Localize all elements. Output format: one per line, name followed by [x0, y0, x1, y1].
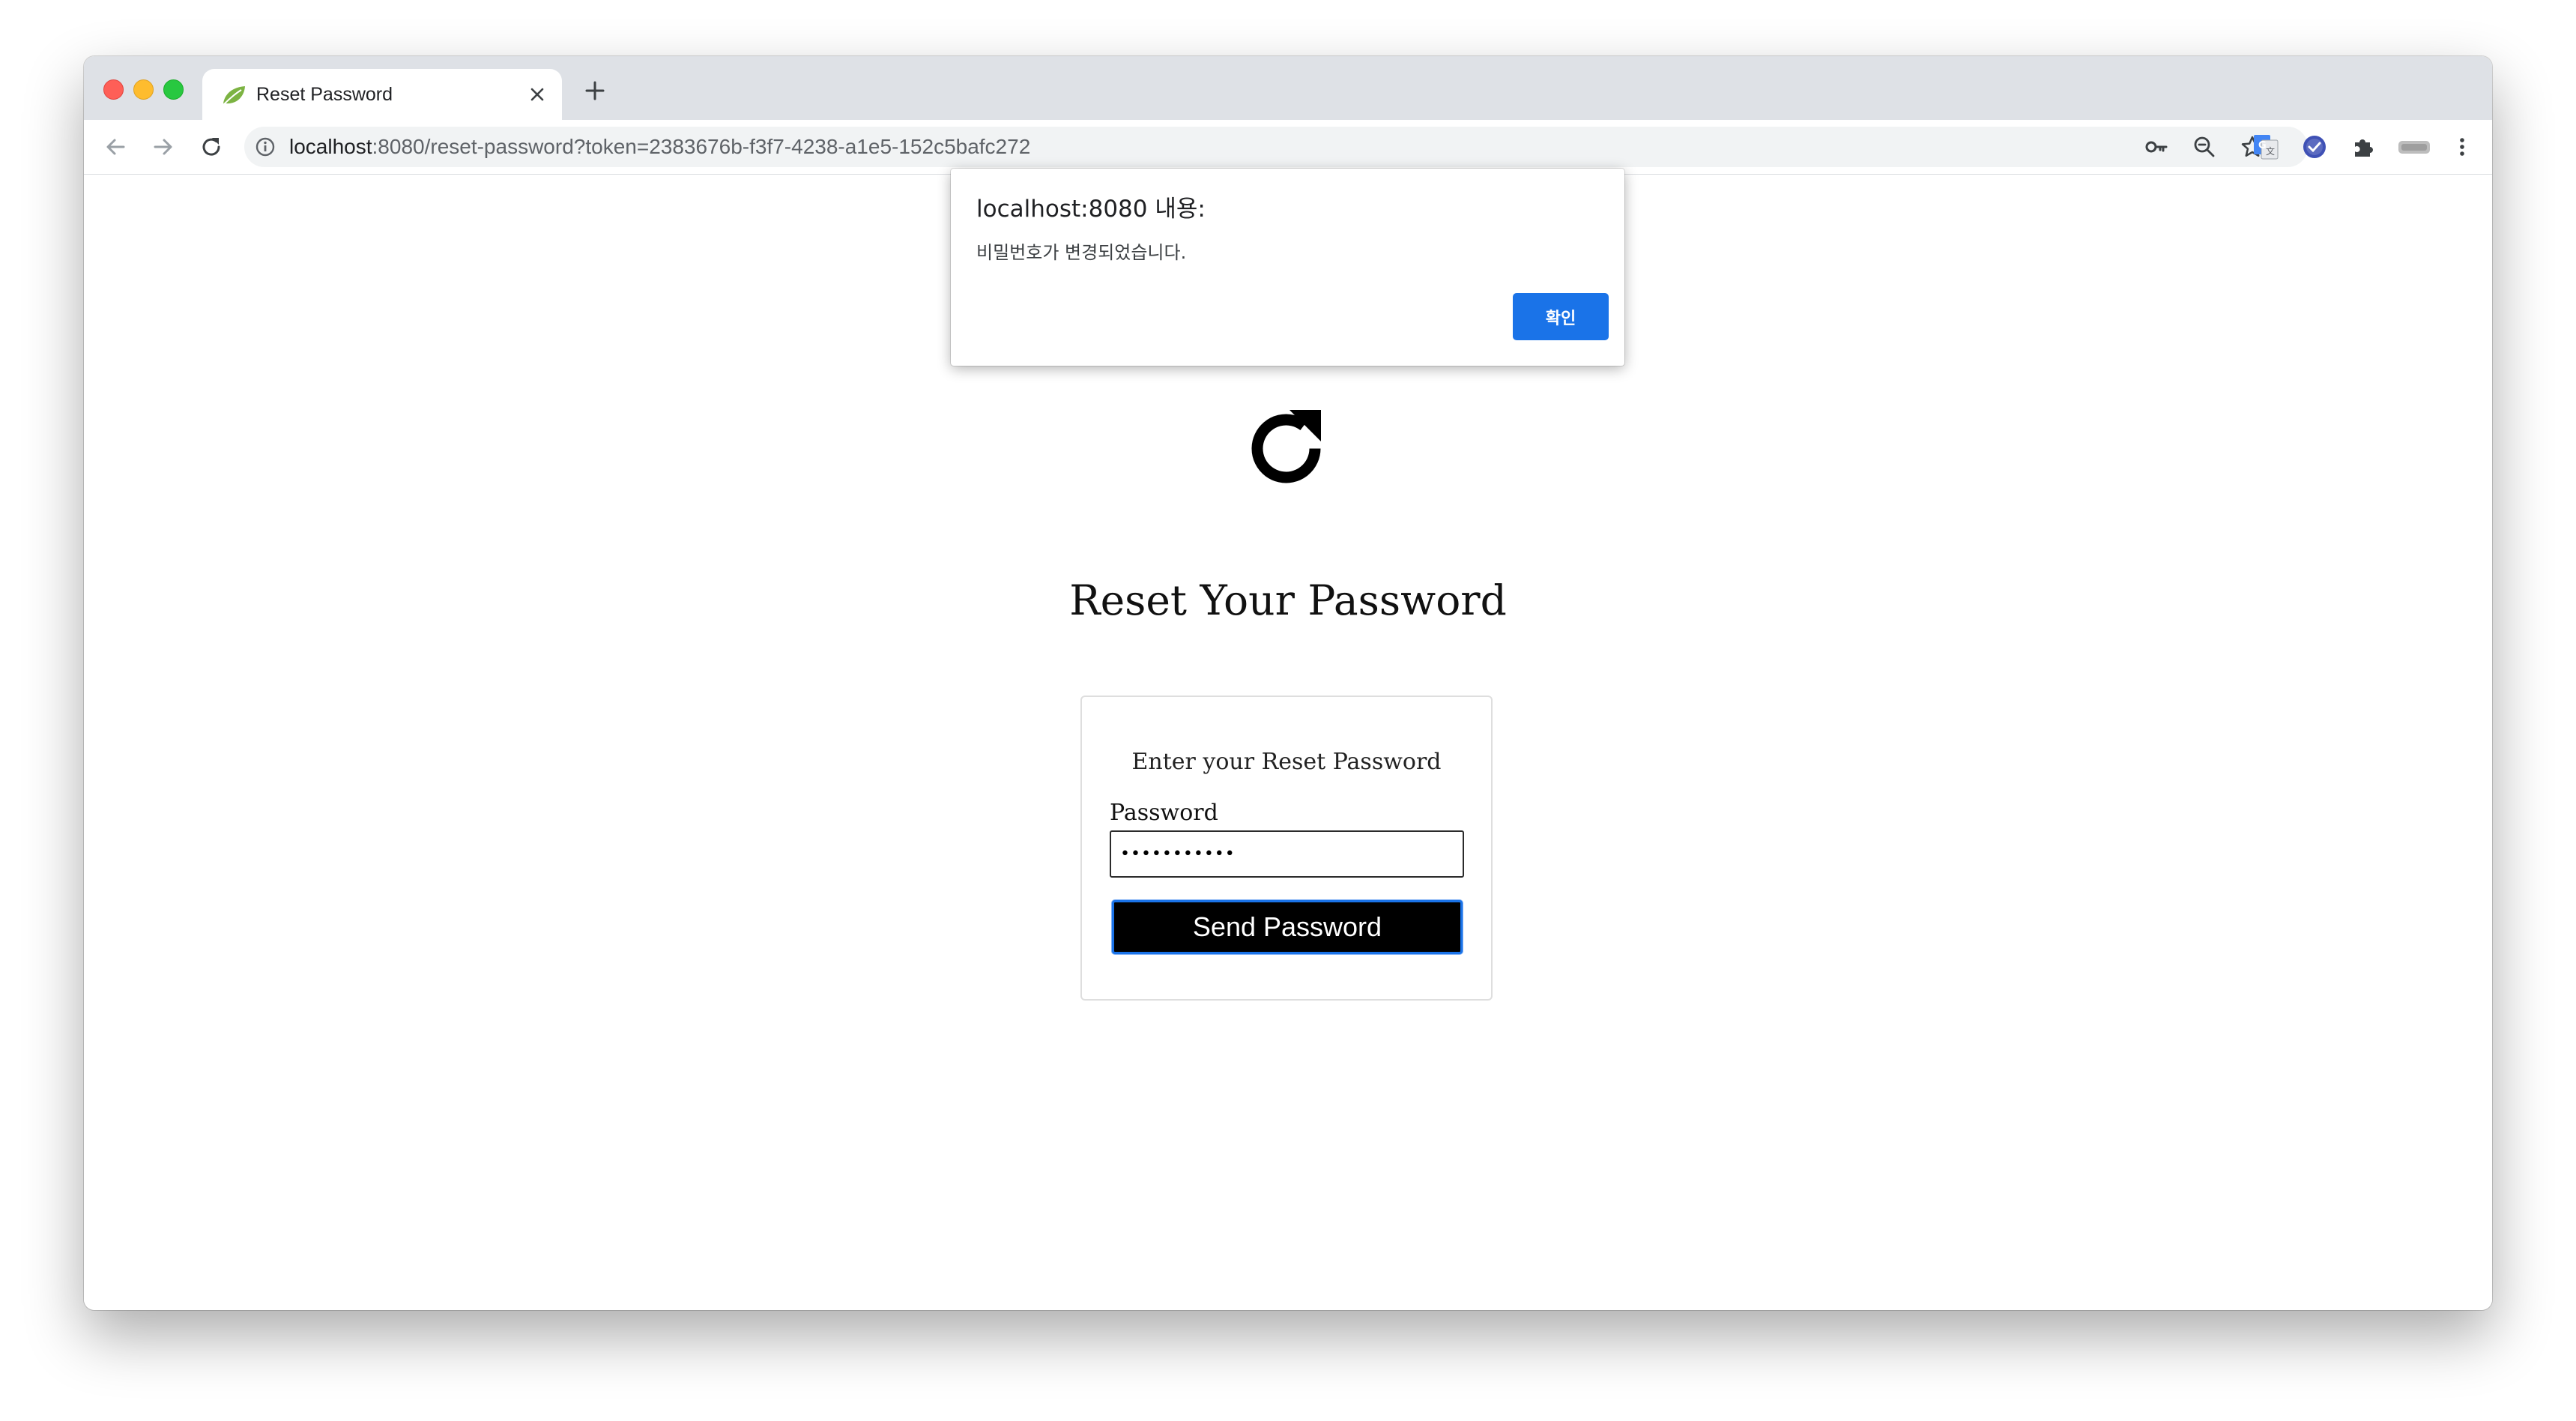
close-tab-icon[interactable] [526, 83, 548, 106]
minimize-window-button[interactable] [133, 79, 154, 100]
more-menu-icon[interactable] [2446, 130, 2479, 163]
alert-ok-button[interactable]: 확인 [1513, 293, 1609, 340]
refresh-icon [1243, 405, 1329, 492]
url-host: localhost [289, 135, 372, 158]
password-label: Password [1110, 800, 1218, 826]
card-subtitle: Enter your Reset Password [1131, 749, 1442, 775]
svg-text:文: 文 [2266, 145, 2275, 157]
key-icon[interactable] [2143, 133, 2170, 160]
extensions-puzzle-icon[interactable] [2346, 130, 2379, 163]
maximize-window-button[interactable] [163, 79, 184, 100]
check-extension-icon[interactable] [2298, 130, 2331, 163]
translate-extension-icon[interactable]: G 文 [2249, 130, 2282, 163]
url-text: localhost:8080/reset-password?token=2383… [289, 127, 1030, 167]
tab-reset-password[interactable]: Reset Password [202, 69, 562, 120]
page-title: Reset Your Password [1069, 576, 1507, 624]
password-input[interactable] [1110, 830, 1464, 878]
send-password-button[interactable]: Send Password [1112, 900, 1463, 954]
tab-title: Reset Password [256, 84, 393, 105]
close-window-button[interactable] [103, 79, 124, 100]
info-icon[interactable] [255, 136, 276, 157]
url-path: :8080/reset-password?token=2383676b-f3f7… [372, 135, 1031, 158]
tab-strip: Reset Password [84, 56, 2492, 120]
back-button[interactable] [99, 130, 132, 163]
reload-button[interactable] [195, 130, 228, 163]
profile-avatar-icon[interactable] [2393, 130, 2435, 163]
alert-dialog: localhost:8080 내용: 비밀번호가 변경되었습니다. 확인 [951, 169, 1624, 366]
address-bar[interactable]: localhost:8080/reset-password?token=2383… [244, 127, 2308, 167]
reset-password-card: Enter your Reset Password Password Send … [1080, 696, 1493, 1001]
browser-window: Reset Password localhost:8080/reset-pass… [84, 56, 2492, 1310]
browser-toolbar: localhost:8080/reset-password?token=2383… [84, 120, 2492, 175]
alert-message: 비밀번호가 변경되었습니다. [976, 242, 1187, 263]
leaf-icon [220, 84, 247, 106]
new-tab-button[interactable] [580, 76, 610, 106]
forward-button[interactable] [147, 130, 180, 163]
zoom-out-icon[interactable] [2191, 133, 2218, 160]
alert-title: localhost:8080 내용: [976, 196, 1206, 223]
